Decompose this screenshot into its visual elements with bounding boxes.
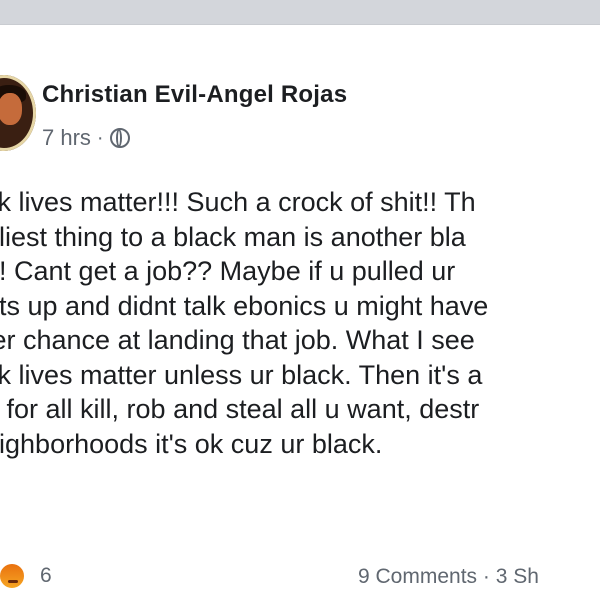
globe-icon[interactable] xyxy=(109,128,130,148)
comments-shares-link[interactable]: 9 Comments · 3 Sh xyxy=(358,565,539,589)
post-text-line: e for all kill, rob and steal all u want… xyxy=(0,394,480,424)
post-text-line: ter chance at landing that job. What I s… xyxy=(0,325,475,355)
post-text-line: n! Cant get a job?? Maybe if u pulled ur xyxy=(0,256,456,286)
author-name[interactable]: Christian Evil-Angel Rojas xyxy=(42,81,347,109)
separator: · xyxy=(96,126,104,149)
post-text-line: nts up and didnt talk ebonics u might ha… xyxy=(0,290,489,321)
timestamp[interactable]: 7 hrs xyxy=(42,125,91,151)
post-text-line: dliest thing to a black man is another b… xyxy=(0,221,466,252)
avatar-face xyxy=(0,93,22,125)
post-text: ck lives matter!!! Such a crock of shit!… xyxy=(0,185,600,461)
post-text-line: eighborhoods it's ok cuz ur black. xyxy=(0,428,383,459)
reactions-summary[interactable]: 6 xyxy=(0,562,52,590)
post-card: Christian Evil-Angel Rojas 7 hrs · ck li… xyxy=(0,24,600,601)
reaction-count: 6 xyxy=(40,564,52,587)
post-text-line: ck lives matter unless ur black. Then it… xyxy=(0,359,483,390)
top-bar xyxy=(0,0,600,24)
avatar[interactable] xyxy=(0,75,36,151)
post-meta: 7 hrs · xyxy=(42,125,130,151)
post-text-line: ck lives matter!!! Such a crock of shit!… xyxy=(0,187,476,217)
angry-reaction-icon xyxy=(0,562,26,590)
